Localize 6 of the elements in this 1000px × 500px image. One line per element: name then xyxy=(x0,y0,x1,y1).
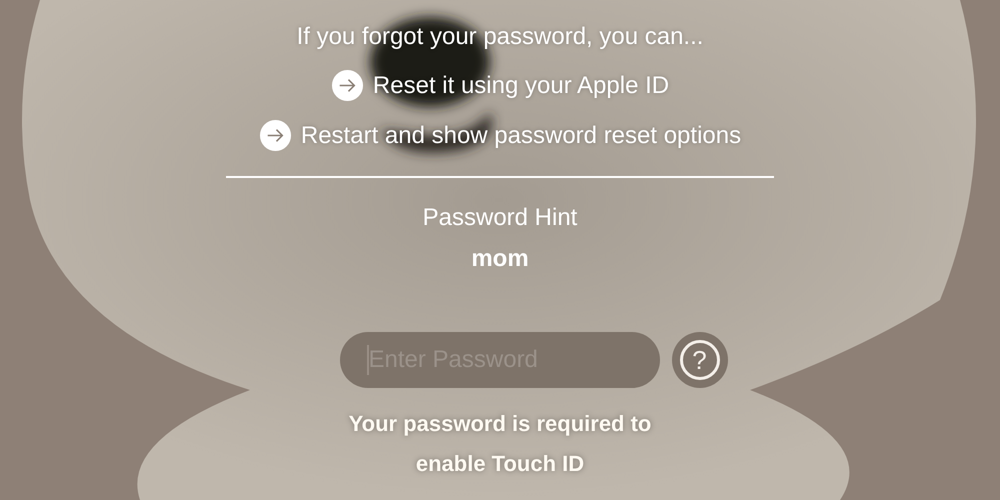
arrow-right-icon xyxy=(258,119,292,152)
hint-label: Password Hint xyxy=(422,203,578,233)
touch-id-message: Your password is required to enable Touch ID xyxy=(348,410,652,478)
hint-text: mom xyxy=(471,244,529,274)
recovery-option-link[interactable]: Restart and show password reset options xyxy=(258,119,742,152)
arrow-right-icon xyxy=(330,69,364,102)
